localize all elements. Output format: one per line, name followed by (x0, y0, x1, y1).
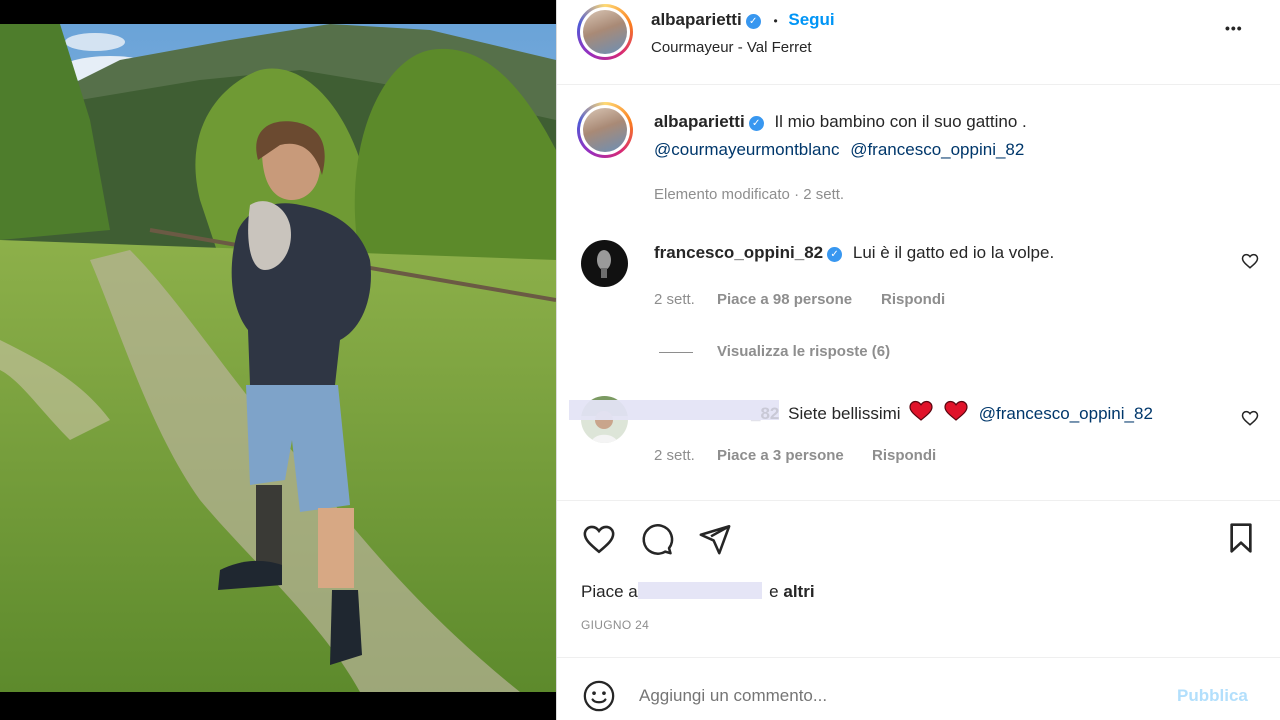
replies-line (659, 352, 693, 353)
view-replies-button[interactable]: Visualizza le risposte (6) (717, 343, 890, 360)
caption-username[interactable]: albaparietti (654, 112, 745, 131)
comment-icon[interactable] (639, 522, 675, 556)
separator-dot: • (773, 14, 778, 28)
likes-summary: Piace a e altri (581, 582, 815, 602)
reply-button[interactable]: Rispondi (881, 291, 945, 308)
red-heart-emoji-icon (944, 400, 968, 427)
comment-row: francesco_oppini_82 ✓ Lui è il gatto ed i… (654, 243, 1054, 263)
caption-mention[interactable]: @francesco_oppini_82 (850, 140, 1024, 159)
post-photo[interactable] (0, 0, 556, 720)
post-date: GIUGNO 24 (581, 618, 650, 632)
comment-username-partial[interactable]: _82 (751, 404, 779, 423)
comment-like-heart-icon[interactable] (1241, 252, 1259, 270)
comment-avatar[interactable] (581, 240, 628, 287)
post-image (0, 0, 556, 720)
more-icon[interactable]: ••• (1225, 20, 1243, 36)
likes-suffix: e (769, 582, 779, 601)
share-icon[interactable] (697, 522, 733, 556)
post-sidebar: albaparietti ✓ • Segui Courmayeur - Val F… (556, 0, 1280, 720)
post-location[interactable]: Courmayeur - Val Ferret (651, 39, 812, 56)
comment-likes[interactable]: Piace a 3 persone (717, 447, 844, 464)
caption-line-1: albaparietti ✓ Il mio bambino con il suo … (654, 112, 1027, 132)
comment-input[interactable] (639, 682, 1159, 710)
redacted-username (569, 400, 779, 420)
comment-mention[interactable]: @francesco_oppini_82 (979, 404, 1153, 423)
caption-text: Il mio bambino con il suo gattino . (774, 112, 1027, 131)
heart-icon[interactable] (581, 522, 617, 556)
red-heart-emoji-icon (909, 400, 933, 427)
author-row: albaparietti ✓ • Segui (651, 10, 835, 30)
likes-prefix: Piace a (581, 582, 638, 601)
likes-others-link[interactable]: altri (783, 582, 814, 601)
reply-button[interactable]: Rispondi (872, 447, 936, 464)
bookmark-icon[interactable] (1225, 521, 1257, 555)
emoji-icon[interactable] (582, 679, 616, 713)
caption-meta: Elemento modificato · 2 sett. (654, 186, 845, 203)
publish-button[interactable]: Pubblica (1177, 686, 1248, 706)
verified-icon: ✓ (827, 247, 843, 262)
caption-avatar[interactable] (577, 102, 633, 158)
comment-like-heart-icon[interactable] (1241, 409, 1259, 427)
comment-time: 2 sett. (654, 447, 695, 464)
author-username[interactable]: albaparietti (651, 10, 742, 29)
comment-username[interactable]: francesco_oppini_82 (654, 243, 823, 262)
comment-time: 2 sett. (654, 291, 695, 308)
redacted-liker (638, 582, 763, 599)
comment-row: _82 Siete bellissimi @francesco_oppini_8… (751, 400, 1153, 427)
verified-icon: ✓ (748, 116, 764, 131)
divider (557, 500, 1280, 501)
divider (557, 657, 1280, 658)
comment-text: Lui è il gatto ed io la volpe. (852, 243, 1055, 262)
caption-line-2: @courmayeurmontblanc @francesco_oppini_8… (654, 140, 1024, 160)
post-header: albaparietti ✓ • Segui Courmayeur - Val F… (557, 0, 1280, 85)
comment-text: Siete bellissimi (788, 404, 901, 423)
caption-mention[interactable]: @courmayeurmontblanc (654, 140, 839, 159)
verified-icon: ✓ (745, 14, 761, 29)
comment-likes[interactable]: Piace a 98 persone (717, 291, 852, 308)
author-avatar[interactable] (577, 4, 633, 60)
follow-button[interactable]: Segui (788, 10, 834, 29)
